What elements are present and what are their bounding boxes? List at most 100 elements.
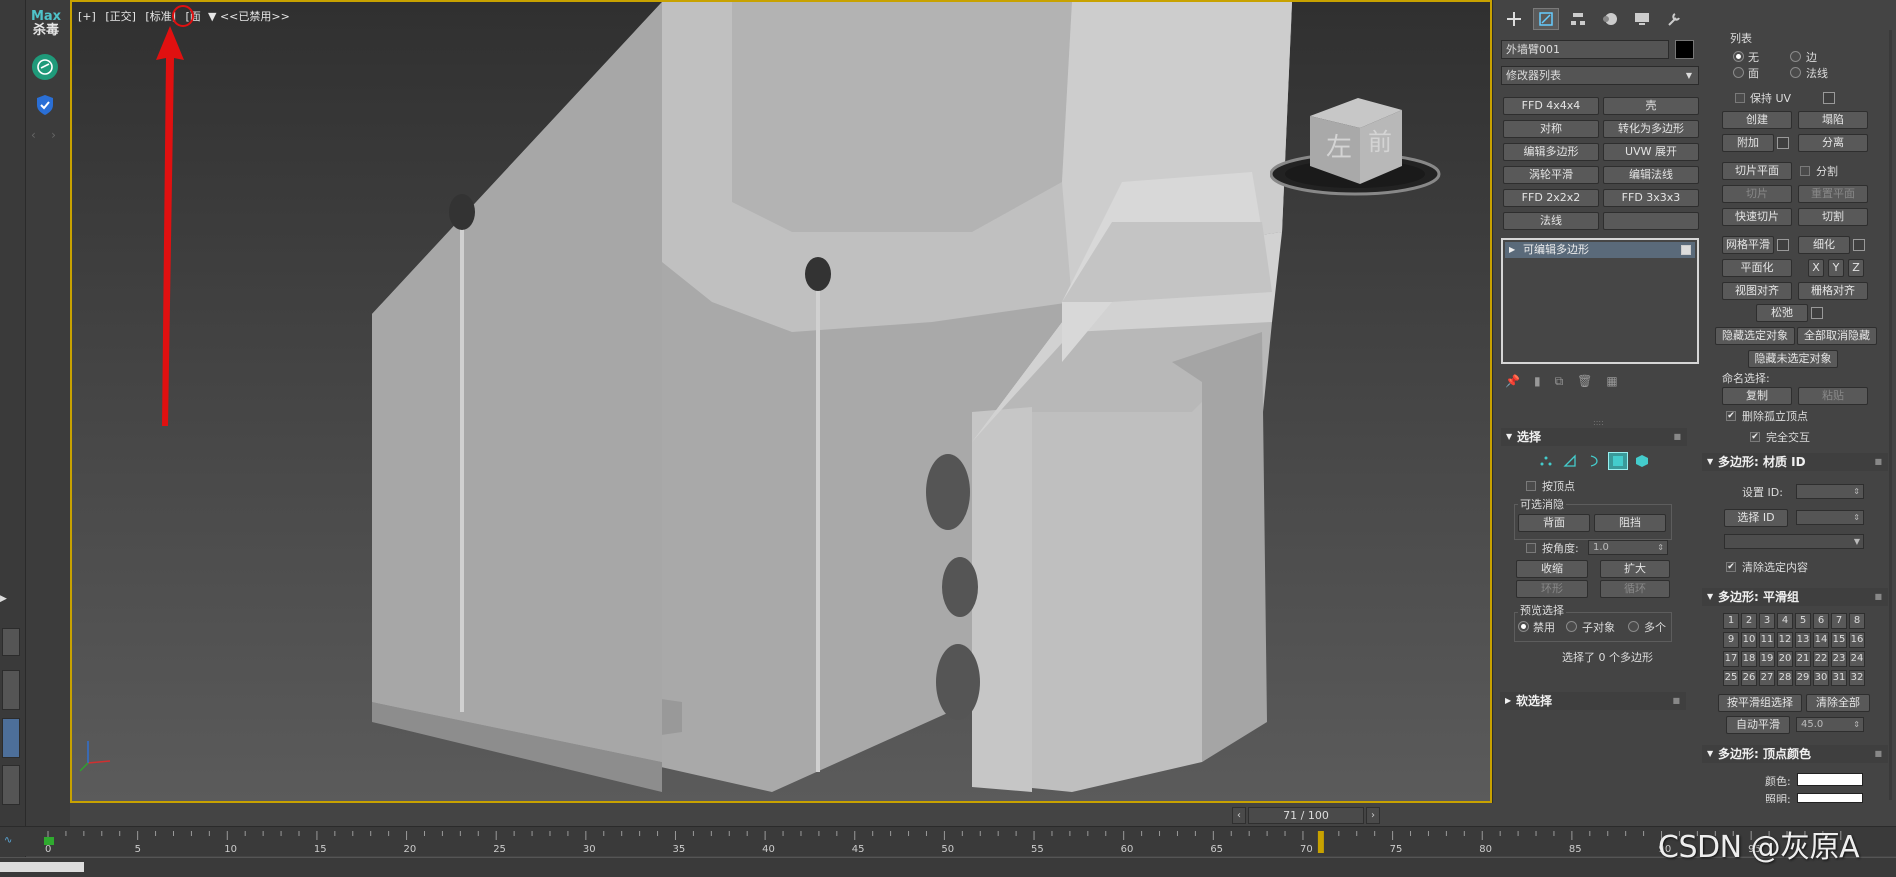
display-icon[interactable] [1629,8,1655,30]
perspective-viewport[interactable]: [+] [正交] [标准] [面 ▼ <<已禁用>> 左 前 [70,0,1492,803]
by-angle-checkbox[interactable] [1526,543,1536,553]
smoothing-group-button[interactable]: 8 [1849,613,1865,629]
by-vertex-checkbox[interactable] [1526,481,1536,491]
current-frame-marker[interactable] [1317,831,1324,853]
polygon-icon[interactable] [1608,452,1628,470]
detach-button[interactable]: 分离 [1798,134,1868,152]
smoothing-group-button[interactable]: 14 [1813,632,1829,648]
slice-button[interactable]: 切片 [1722,185,1792,203]
smoothing-group-button[interactable]: 19 [1759,651,1775,667]
command-panel-scrollbar[interactable] [1889,30,1892,800]
meshsmooth-settings-icon[interactable] [1777,239,1789,251]
border-icon[interactable] [1584,452,1604,470]
tessellate-settings-icon[interactable] [1853,239,1865,251]
pin-stack-icon[interactable]: 📌 [1505,374,1520,389]
mod-button-symmetry[interactable]: 对称 [1503,120,1599,138]
modifier-stack[interactable]: ▶ 可编辑多边形 [1501,238,1699,364]
rollout-soft-selection-header[interactable]: ▶ 软选择 ■ [1500,692,1686,710]
mod-button-empty[interactable] [1603,212,1699,230]
hierarchy-icon[interactable] [1565,8,1591,30]
modifier-list-dropdown[interactable]: 修改器列表 ▼ [1501,66,1699,85]
meshsmooth-button[interactable]: 网格平滑 [1722,236,1774,254]
smoothing-group-button[interactable]: 6 [1813,613,1829,629]
create-button[interactable]: 创建 [1722,111,1792,129]
vertex-icon[interactable] [1536,452,1556,470]
clear-selection-checkbox[interactable]: ✔ [1726,562,1736,572]
smoothing-group-button[interactable]: 25 [1723,670,1739,686]
smoothing-group-button[interactable]: 20 [1777,651,1793,667]
smoothing-group-button[interactable]: 1 [1723,613,1739,629]
preview-subobject-radio[interactable] [1566,621,1577,632]
constraint-none-radio[interactable] [1733,51,1744,62]
illumination-swatch[interactable] [1797,793,1863,803]
constraint-edge-radio[interactable] [1790,51,1801,62]
sync-icon[interactable] [32,54,58,80]
auto-smooth-button[interactable]: 自动平滑 [1726,716,1790,734]
mod-button-normal[interactable]: 法线 [1503,212,1599,230]
constraint-face-radio[interactable] [1733,67,1744,78]
mod-button-shell[interactable]: 壳 [1603,97,1699,115]
strip-block[interactable] [2,765,20,805]
attach-settings-icon[interactable] [1777,137,1789,149]
shield-icon[interactable] [32,92,58,118]
configure-sets-icon[interactable]: ▦ [1606,374,1617,389]
make-planar-button[interactable]: 平面化 [1722,259,1792,277]
full-interactivity-checkbox[interactable]: ✔ [1750,432,1760,442]
smoothing-group-button[interactable]: 5 [1795,613,1811,629]
rollout-selection-header[interactable]: ▼ 选择 ■ [1501,428,1687,446]
status-field[interactable] [0,862,84,872]
smoothing-group-button[interactable]: 27 [1759,670,1775,686]
timeline[interactable]: ∿ 0 5 10 15 20 25 30 35 40 45 50 55 60 65 70 75 80 85 90 95 [0,826,1896,856]
smoothing-group-button[interactable]: 26 [1741,670,1757,686]
occluded-button[interactable]: 阻挡 [1594,514,1666,532]
smoothing-group-button[interactable]: 4 [1777,613,1793,629]
mod-button-ffd222[interactable]: FFD 2x2x2 [1503,189,1599,207]
planar-x-button[interactable]: X [1808,259,1824,277]
curve-editor-icon[interactable]: ∿ [4,835,12,846]
viewport-menu-plus[interactable]: [+] [78,10,96,23]
rollout-material-ids-header[interactable]: ▼ 多边形: 材质 ID ■ [1702,453,1888,471]
mod-button-edit-poly[interactable]: 编辑多边形 [1503,143,1599,161]
material-name-dropdown[interactable]: ▼ [1724,534,1864,549]
time-readout[interactable]: 71 / 100 [1248,807,1364,824]
time-prev-button[interactable]: ‹ [1232,807,1246,824]
smoothing-group-button[interactable]: 13 [1795,632,1811,648]
divider-handle[interactable]: :::: [1593,418,1604,427]
select-by-sg-button[interactable]: 按平滑组选择 [1718,694,1802,712]
set-id-spinner[interactable]: ⇕ [1796,484,1864,499]
smoothing-group-button[interactable]: 28 [1777,670,1793,686]
viewcube[interactable]: 左 前 [1270,90,1450,200]
mod-button-ffd333[interactable]: FFD 3x3x3 [1603,189,1699,207]
preview-disabled-radio[interactable] [1518,621,1529,632]
smoothing-group-button[interactable]: 10 [1741,632,1757,648]
utilities-icon[interactable] [1661,8,1687,30]
timeline-track[interactable]: 0 5 10 15 20 25 30 35 40 45 50 55 60 65 70 75 80 85 90 95 [44,831,1896,855]
smoothing-group-button[interactable]: 11 [1759,632,1775,648]
mod-button-edit-normals[interactable]: 编辑法线 [1603,166,1699,184]
relax-button[interactable]: 松弛 [1756,304,1808,322]
quickslice-button[interactable]: 快速切片 [1722,208,1792,226]
time-next-button[interactable]: › [1366,807,1380,824]
object-color-swatch[interactable] [1675,40,1694,59]
grid-align-button[interactable]: 栅格对齐 [1798,282,1868,300]
smoothing-group-button[interactable]: 18 [1741,651,1757,667]
viewport-filter[interactable]: ▼ <<已禁用>> [208,8,290,24]
strip-block-active[interactable] [2,718,20,758]
viewcube-left-text[interactable]: 左 [1326,133,1352,163]
left-nav-arrows[interactable]: ‹ › [31,128,56,142]
smoothing-group-button[interactable]: 22 [1813,651,1829,667]
paste-button[interactable]: 粘贴 [1798,387,1868,405]
hide-unselected-button[interactable]: 隐藏未选定对象 [1748,350,1838,368]
rollout-smoothing-groups-header[interactable]: ▼ 多边形: 平滑组 ■ [1702,588,1888,606]
planar-y-button[interactable]: Y [1828,259,1844,277]
hide-selected-button[interactable]: 隐藏选定对象 [1715,327,1795,345]
strip-block[interactable] [2,628,20,656]
ring-button[interactable]: 环形 [1516,580,1588,598]
vertex-color-swatch[interactable] [1797,773,1863,786]
smoothing-group-button[interactable]: 17 [1723,651,1739,667]
remove-modifier-icon[interactable]: 🗑 [1577,374,1592,389]
max-antivirus-logo[interactable]: Max 杀毒 [28,10,64,38]
smoothing-group-button[interactable]: 32 [1849,670,1865,686]
object-name-field[interactable]: 外墙臂001 [1501,40,1669,59]
expand-triangle-icon[interactable]: ▶ [1509,242,1515,258]
